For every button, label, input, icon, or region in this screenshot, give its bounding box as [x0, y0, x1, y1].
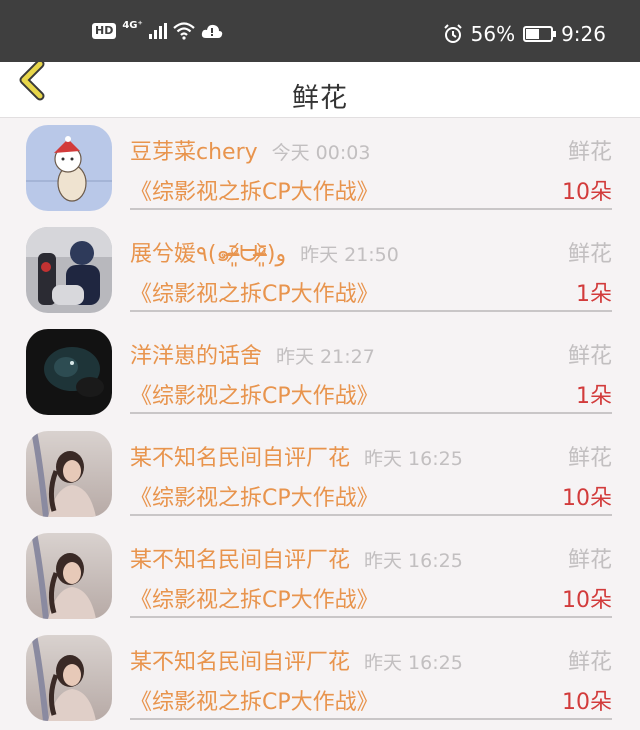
work-title[interactable]: 《综影视之拆CP大作战》	[130, 378, 379, 410]
gift-count: 10朵	[562, 486, 612, 511]
gift-record-list: 豆芽菜chery 今天 00:03 鲜花 《综影视之拆CP大作战》 10朵 展兮媛…	[0, 118, 640, 730]
alarm-icon	[443, 24, 462, 43]
sender-name[interactable]: 洋洋崽的话舍 昨天 21:27	[130, 338, 375, 370]
gift-count: 10朵	[562, 180, 612, 205]
wifi-icon	[173, 22, 195, 40]
cloud-alert-icon	[201, 24, 222, 38]
avatar[interactable]	[26, 227, 112, 313]
gift-record-row[interactable]: 洋洋崽的话舍 昨天 21:27 鲜花 《综影视之拆CP大作战》 1朵	[0, 322, 640, 424]
send-time: 昨天 16:25	[364, 550, 463, 572]
battery-percent: 56%	[470, 22, 516, 46]
gift-record-row[interactable]: 某不知名民间自评厂花 昨天 16:25 鲜花 《综影视之拆CP大作战》 10朵	[0, 628, 640, 730]
page-title: 鲜花	[292, 83, 348, 114]
gift-count: 1朵	[576, 282, 612, 307]
gift-record-row[interactable]: 某不知名民间自评厂花 昨天 16:25 鲜花 《综影视之拆CP大作战》 10朵	[0, 526, 640, 628]
work-title[interactable]: 《综影视之拆CP大作战》	[130, 174, 379, 206]
hd-badge: HD	[92, 23, 117, 39]
status-right: 56% 9:26	[443, 22, 606, 46]
gift-record-row[interactable]: 豆芽菜chery 今天 00:03 鲜花 《综影视之拆CP大作战》 10朵	[0, 118, 640, 220]
signal-icon	[148, 23, 167, 39]
divider	[130, 718, 612, 720]
network-label: 4G⁺	[122, 19, 143, 31]
gift-record-row[interactable]: 展兮媛٩(๑ᵒ̴̶̷͈᷄ᗨᵒ̴̶̷͈᷅)و 昨天 21:50 鲜花 《综影视之拆C…	[0, 220, 640, 322]
battery-fill	[526, 29, 540, 39]
avatar[interactable]	[26, 125, 112, 211]
work-title[interactable]: 《综影视之拆CP大作战》	[130, 276, 379, 308]
work-title[interactable]: 《综影视之拆CP大作战》	[130, 480, 379, 512]
sender-name[interactable]: 豆芽菜chery 今天 00:03	[130, 134, 370, 166]
header: 鲜花	[0, 59, 640, 118]
work-title[interactable]: 《综影视之拆CP大作战》	[130, 582, 379, 614]
work-title[interactable]: 《综影视之拆CP大作战》	[130, 684, 379, 716]
gift-count: 1朵	[576, 384, 612, 409]
send-time: 昨天 21:27	[276, 346, 375, 368]
avatar[interactable]	[26, 329, 112, 415]
avatar[interactable]	[26, 533, 112, 619]
send-time: 昨天 16:25	[364, 652, 463, 674]
status-bar: HD 4G⁺ 56% 9:26	[0, 0, 640, 62]
gift-type: 鲜花	[567, 650, 612, 675]
sender-name[interactable]: 展兮媛٩(๑ᵒ̴̶̷͈᷄ᗨᵒ̴̶̷͈᷅)و 昨天 21:50	[130, 236, 399, 271]
divider	[130, 514, 612, 516]
divider	[130, 412, 612, 414]
gift-type: 鲜花	[567, 344, 612, 369]
gift-record-row[interactable]: 某不知名民间自评厂花 昨天 16:25 鲜花 《综影视之拆CP大作战》 10朵	[0, 424, 640, 526]
avatar[interactable]	[26, 431, 112, 517]
gift-type: 鲜花	[567, 242, 612, 267]
battery-icon	[523, 26, 557, 42]
gift-type: 鲜花	[567, 140, 612, 165]
sender-name[interactable]: 某不知名民间自评厂花 昨天 16:25	[130, 440, 463, 472]
sender-name[interactable]: 某不知名民间自评厂花 昨天 16:25	[130, 644, 463, 676]
status-left: HD 4G⁺	[92, 19, 223, 40]
divider	[130, 616, 612, 618]
gift-count: 10朵	[562, 588, 612, 613]
send-time: 昨天 16:25	[364, 448, 463, 470]
send-time: 昨天 21:50	[300, 244, 399, 266]
avatar[interactable]	[26, 635, 112, 721]
divider	[130, 310, 612, 312]
send-time: 今天 00:03	[271, 142, 371, 164]
clock-time: 9:26	[561, 22, 606, 46]
divider	[130, 208, 612, 210]
gift-type: 鲜花	[567, 548, 612, 573]
gift-count: 10朵	[562, 690, 612, 715]
sender-name[interactable]: 某不知名民间自评厂花 昨天 16:25	[130, 542, 463, 574]
gift-type: 鲜花	[567, 446, 612, 471]
